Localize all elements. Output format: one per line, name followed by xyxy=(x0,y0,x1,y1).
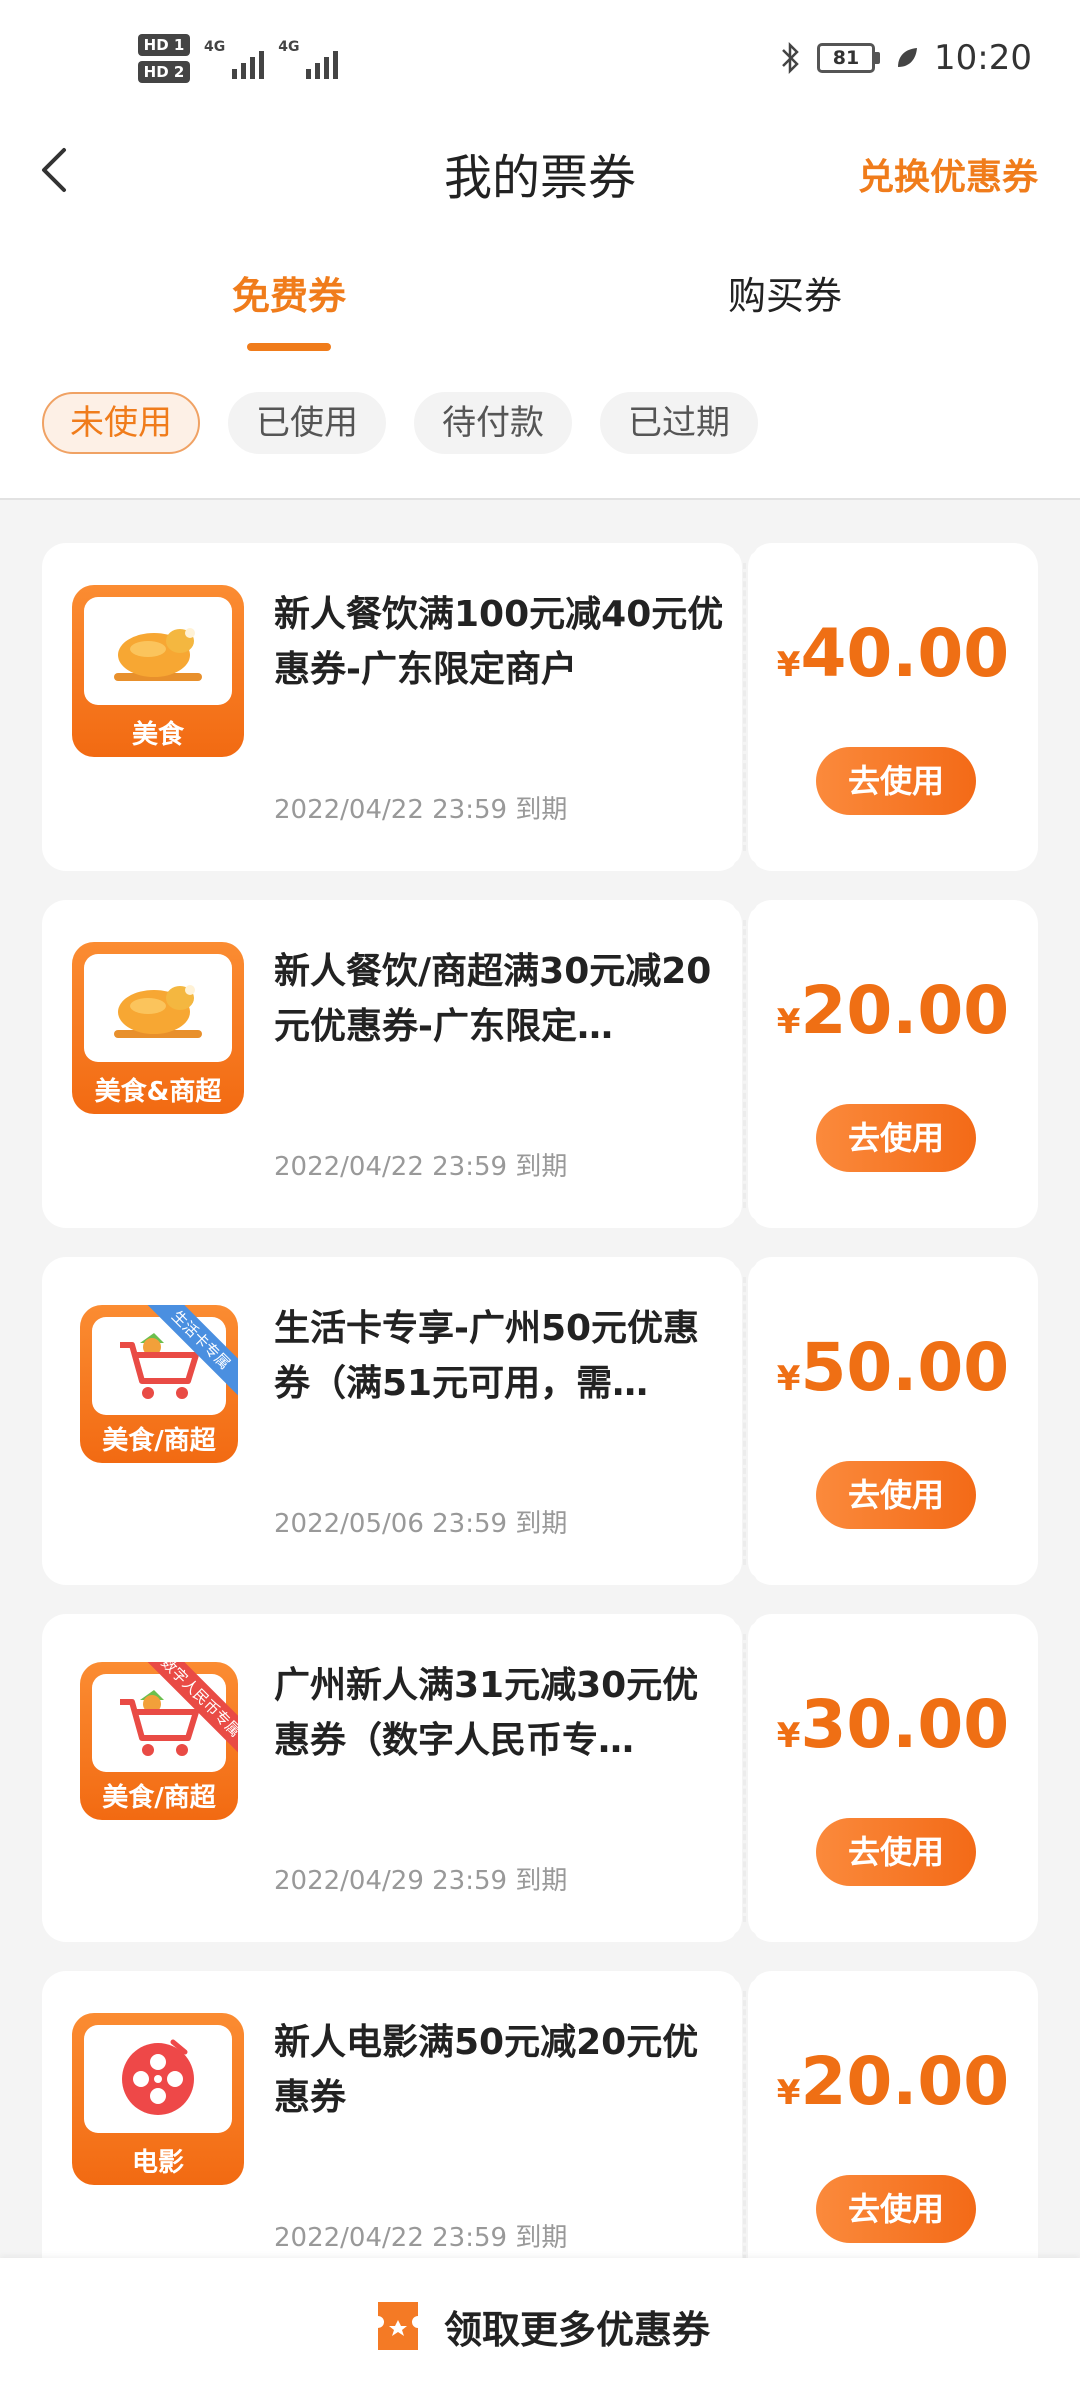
coupon-expiry: 2022/04/22 23:59 到期 xyxy=(274,2223,568,2253)
filter-used[interactable]: 已使用 xyxy=(228,392,386,454)
coupon-card[interactable]: 电影 新人电影满50元减20元优惠券 2022/04/22 23:59 到期 ¥… xyxy=(42,1958,1038,2312)
coupon-expiry: 2022/05/06 23:59 到期 xyxy=(274,1509,568,1539)
status-bar: HD 1 HD 2 4G 4G 81 10:20 xyxy=(0,0,1080,120)
coupon-amount: ¥40.00 xyxy=(776,615,1010,692)
status-filter-bar: 未使用 已使用 待付款 已过期 xyxy=(42,392,758,454)
divider xyxy=(0,498,1080,500)
film-reel-icon xyxy=(72,2025,244,2133)
signal-indicators: HD 1 HD 2 4G 4G xyxy=(138,34,339,83)
signal-icon: 4G xyxy=(278,39,339,79)
coupon-expiry: 2022/04/22 23:59 到期 xyxy=(274,795,568,825)
use-coupon-button[interactable]: 去使用 xyxy=(816,1461,976,1529)
coupon-category-icon: 美食&商超 xyxy=(72,942,244,1114)
bottom-bar: 领取更多优惠券 xyxy=(0,2258,1080,2400)
get-more-coupons-label: 领取更多优惠券 xyxy=(443,2307,710,2352)
coupon-list: 美食 新人餐饮满100元减40元优惠券-广东限定商户 2022/04/22 23… xyxy=(42,530,1038,2328)
filter-pending-payment[interactable]: 待付款 xyxy=(414,392,572,454)
coupon-type-tabs: 免费券 购买券 xyxy=(0,255,1080,351)
coupon-title: 广州新人满31元减30元优惠券（数字人民币专… xyxy=(274,1665,699,1761)
coupon-card[interactable]: 生活卡专属 美食/商超 生活卡专享-广州50元优惠券（满51元可用，需… 202… xyxy=(42,1244,1038,1598)
coupon-category-icon: 电影 xyxy=(72,2013,244,2185)
signal-icon: 4G xyxy=(204,39,265,79)
coupon-category-label: 美食/商超 xyxy=(102,1426,216,1456)
coupon-amount: ¥50.00 xyxy=(776,1329,1010,1406)
roast-chicken-icon xyxy=(72,954,244,1062)
coupon-category-label: 美食&商超 xyxy=(94,1077,222,1107)
bluetooth-icon xyxy=(782,41,799,75)
use-coupon-button[interactable]: 去使用 xyxy=(816,1818,976,1886)
battery-level: 81 xyxy=(817,43,876,73)
coupon-title: 生活卡专享-广州50元优惠券（满51元可用，需… xyxy=(274,1308,700,1404)
coupon-amount: ¥20.00 xyxy=(776,972,1010,1049)
coupon-title: 新人餐饮满100元减40元优惠券-广东限定商户 xyxy=(274,594,724,690)
redeem-coupon-button[interactable]: 兑换优惠券 xyxy=(858,148,1038,200)
coupon-category-label: 美食 xyxy=(131,720,184,750)
tab-purchased-coupons[interactable]: 购买券 xyxy=(728,265,842,320)
coupon-card[interactable]: 美食 新人餐饮满100元减40元优惠券-广东限定商户 2022/04/22 23… xyxy=(42,530,1038,884)
battery-icon: 81 xyxy=(817,43,881,73)
nav-bar: 我的票券 兑换优惠券 xyxy=(0,120,1080,220)
leaf-icon xyxy=(898,48,918,67)
coupon-amount: ¥20.00 xyxy=(776,2043,1010,2120)
coupon-card[interactable]: 数字人民币专属 美食/商超 广州新人满31元减30元优惠券（数字人民币专… 20… xyxy=(42,1601,1038,1955)
coupon-title: 新人电影满50元减20元优惠券 xyxy=(274,2022,699,2118)
sim1-badge: HD 1 xyxy=(138,34,190,56)
coupon-expiry: 2022/04/22 23:59 到期 xyxy=(274,1152,568,1182)
active-tab-indicator xyxy=(247,343,331,351)
roast-chicken-icon xyxy=(72,597,244,705)
filter-unused[interactable]: 未使用 xyxy=(42,392,200,454)
filter-expired[interactable]: 已过期 xyxy=(600,392,758,454)
coupon-title: 新人餐饮/商超满30元减20元优惠券-广东限定… xyxy=(274,951,712,1047)
coupon-category-label: 美食/商超 xyxy=(102,1783,216,1813)
coupon-category-label: 电影 xyxy=(131,2148,184,2178)
coupon-category-icon: 美食 xyxy=(72,585,244,757)
ticket-icon xyxy=(377,2302,418,2350)
clock: 10:20 xyxy=(934,38,1032,78)
coupon-amount: ¥30.00 xyxy=(776,1686,1010,1763)
coupon-category-icon: 数字人民币专属 美食/商超 xyxy=(80,1662,238,1820)
tab-free-coupons[interactable]: 免费券 xyxy=(232,265,346,320)
sim2-badge: HD 2 xyxy=(138,61,190,83)
coupon-card[interactable]: 美食&商超 新人餐饮/商超满30元减20元优惠券-广东限定… 2022/04/2… xyxy=(42,887,1038,1241)
get-more-coupons-button[interactable]: 领取更多优惠券 xyxy=(0,2298,1080,2354)
use-coupon-button[interactable]: 去使用 xyxy=(816,2175,976,2243)
coupon-category-icon: 生活卡专属 美食/商超 xyxy=(80,1305,238,1463)
use-coupon-button[interactable]: 去使用 xyxy=(816,1104,976,1172)
use-coupon-button[interactable]: 去使用 xyxy=(816,747,976,815)
coupon-expiry: 2022/04/29 23:59 到期 xyxy=(274,1866,568,1896)
